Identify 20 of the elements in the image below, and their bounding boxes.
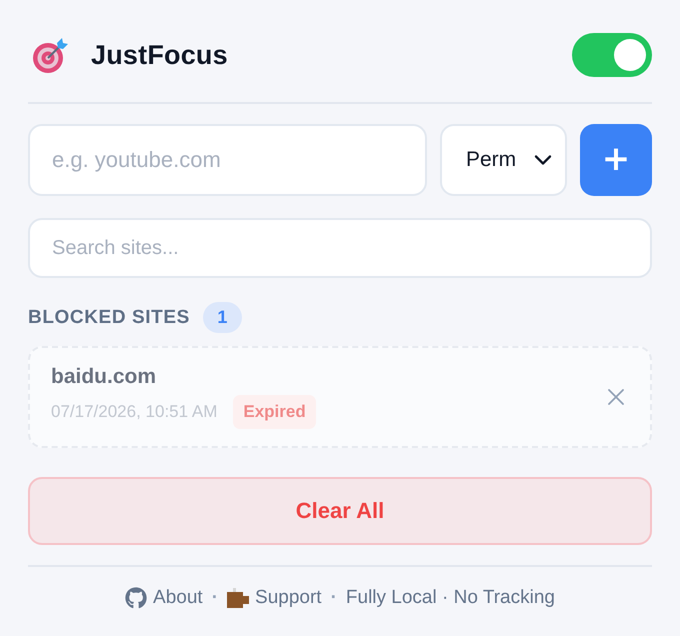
site-input-field[interactable]: e.g. youtube.com [28,124,427,196]
section-heading: BLOCKED SITES [28,306,190,328]
duration-select[interactable]: Perm [440,124,567,196]
enable-toggle[interactable] [572,33,652,77]
site-domain: baidu.com [51,365,156,389]
footer-link[interactable]: Support [227,587,322,609]
footer-link[interactable]: About [125,587,203,609]
target-icon [32,36,69,74]
coffee-cup-icon [227,588,250,608]
add-button[interactable]: + [580,124,652,196]
github-icon [125,587,148,609]
separator-dot: · [330,587,337,609]
separator-dot: · [212,587,218,609]
clear-all-button[interactable]: Clear All [28,477,652,545]
footer-note: Fully Local · No Tracking [346,587,555,609]
count-badge: 1 [202,302,242,333]
search-field[interactable]: Search sites... [28,218,652,278]
block-time: 07/17/2026, 10:51 AM [51,402,218,422]
status-badge: Expired [233,395,316,429]
app-title: JustFocus [91,40,228,70]
